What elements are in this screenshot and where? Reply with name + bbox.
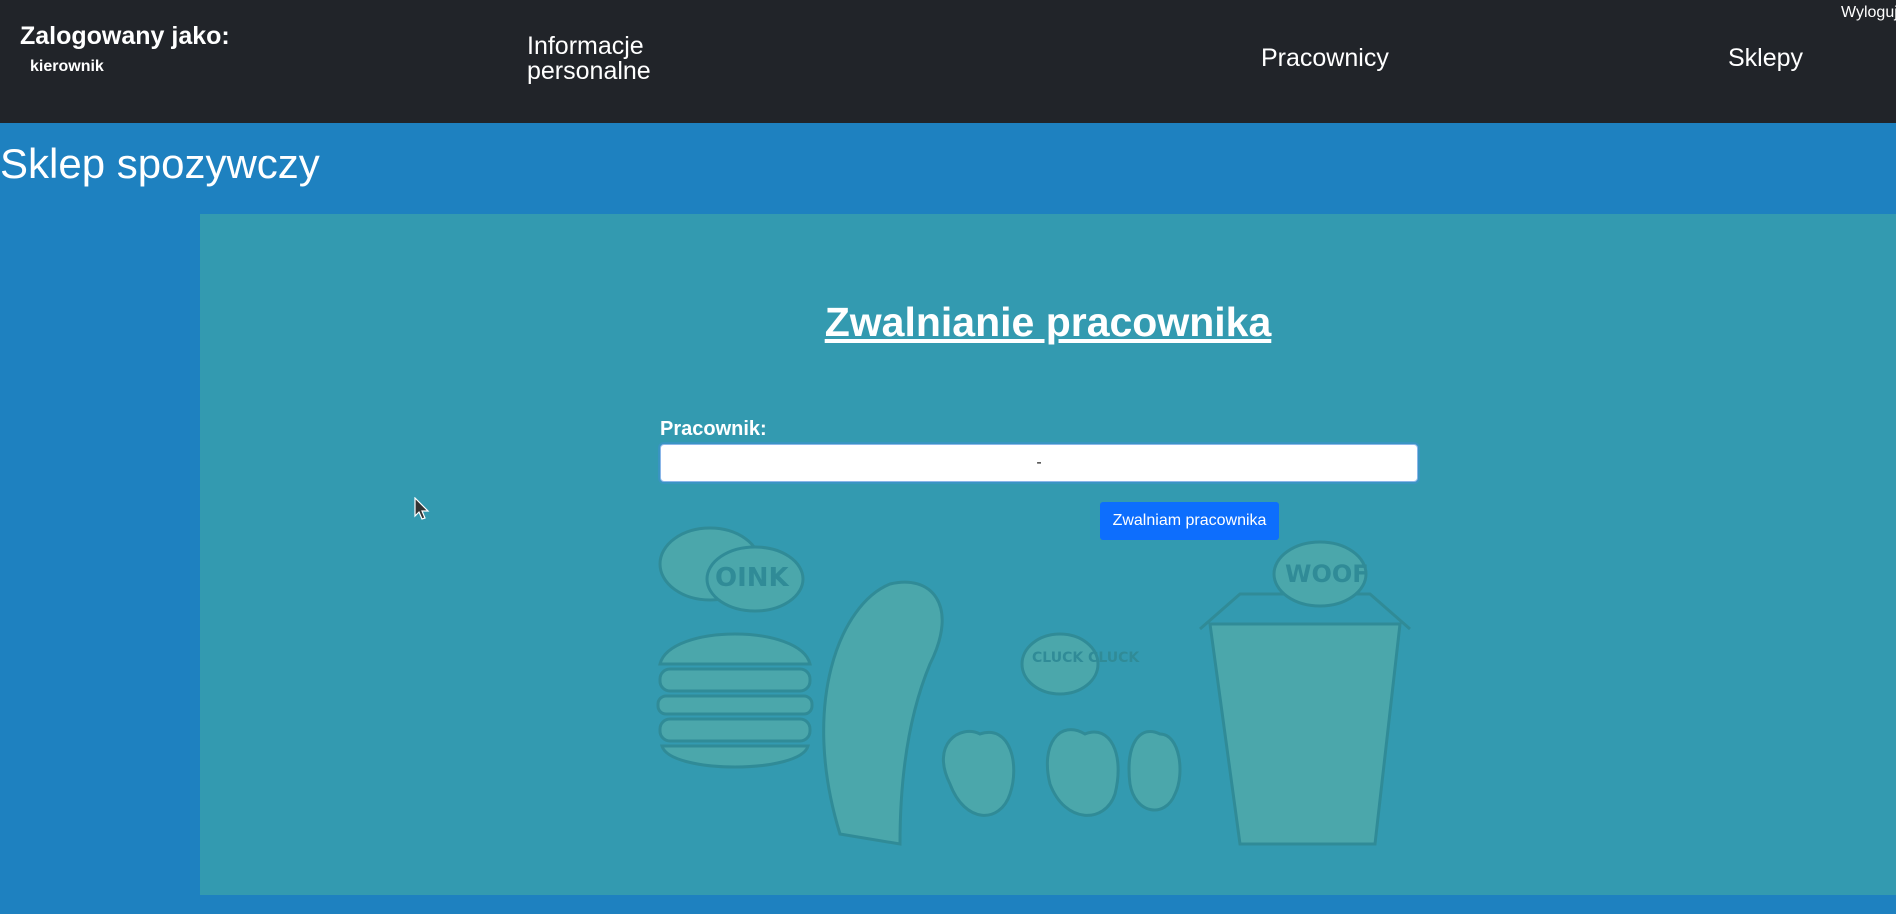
employee-label: Pracownik: <box>660 418 767 440</box>
employee-select[interactable]: - <box>660 444 1418 482</box>
page-heading: Zwalnianie pracownika <box>824 299 1272 345</box>
oink-text: OINK <box>715 563 790 593</box>
username: kierownik <box>30 58 104 75</box>
woof-text: WOOF <box>1285 560 1369 588</box>
app-title: Sklep spozywczy <box>0 140 320 187</box>
logged-as-label: Zalogowany jako: <box>20 22 230 50</box>
nav-personal-info-link[interactable]: Informacje personalne <box>527 34 687 84</box>
main-panel: OINK CLUCK CLUCK WOOF Zwalnianie pracown… <box>200 214 1896 895</box>
nav-workers-link[interactable]: Pracownicy <box>1261 46 1389 71</box>
logout-link[interactable]: Wyloguj <box>1841 4 1896 22</box>
fire-employee-button[interactable]: Zwalniam pracownika <box>1100 502 1279 540</box>
mouse-cursor-icon <box>414 497 430 520</box>
cluck-text: CLUCK CLUCK <box>1032 650 1140 666</box>
nav-shops-link[interactable]: Sklepy <box>1728 46 1803 71</box>
employee-select-value: - <box>1036 454 1042 471</box>
top-navbar: Zalogowany jako: kierownik Informacje pe… <box>0 0 1896 123</box>
